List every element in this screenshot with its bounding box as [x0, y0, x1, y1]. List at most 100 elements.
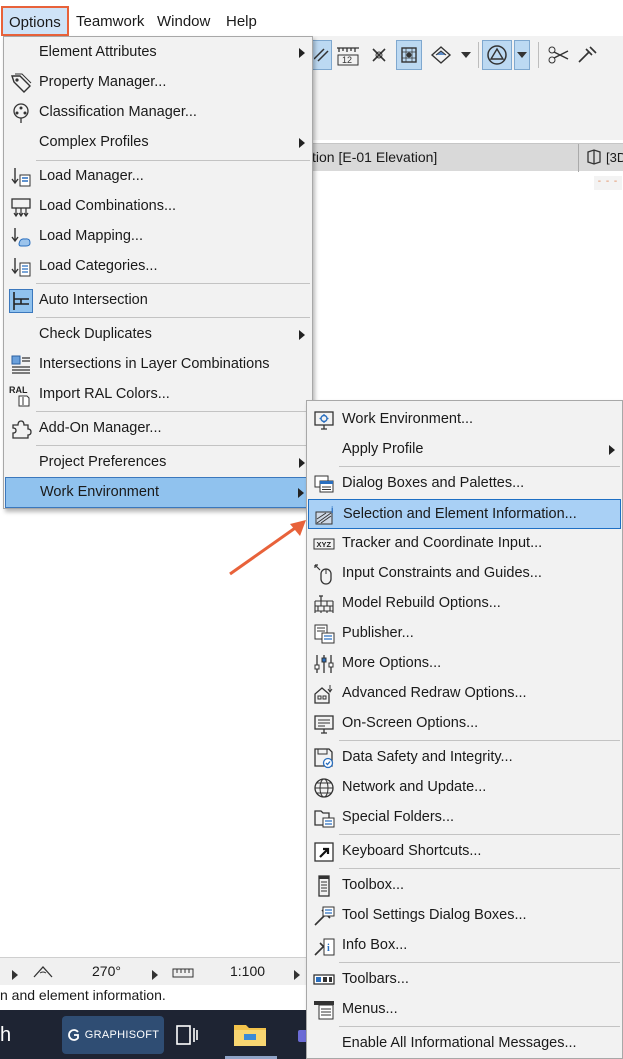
xyz-tracker-icon: XYZ	[312, 532, 336, 556]
scissors-icon[interactable]	[546, 40, 572, 70]
menu-item-label: Apply Profile	[342, 441, 424, 457]
task-view-icon[interactable]	[174, 1022, 200, 1052]
sliders-icon	[312, 652, 336, 676]
menu-item-label: Toolbox...	[342, 877, 405, 893]
mouse-constraint-icon	[312, 562, 336, 586]
info-box-icon: i	[312, 934, 336, 958]
dropdown-arrow-icon[interactable]	[458, 40, 474, 70]
diagonal-grid-icon[interactable]	[312, 40, 332, 70]
dashed-marker: - - -	[594, 176, 622, 190]
graphisoft-app[interactable]: GRAPHISOFT	[62, 1016, 164, 1054]
menu-item-network-update[interactable]: Network and Update...	[308, 773, 621, 803]
menu-item-label: Menus...	[342, 1001, 398, 1017]
menu-item-import-ral-colors[interactable]: RAL Import RAL Colors...	[5, 380, 311, 410]
tool-settings-icon	[312, 904, 336, 928]
load-categories-icon	[9, 255, 33, 279]
tag-icon	[9, 71, 33, 95]
menu-item-tool-settings-dialog-boxes[interactable]: Tool Settings Dialog Boxes...	[308, 901, 621, 931]
menu-item-classification-manager[interactable]: Classification Manager...	[5, 98, 311, 128]
menu-item-check-duplicates[interactable]: Check Duplicates	[5, 320, 311, 350]
menu-item-auto-intersection[interactable]: Auto Intersection	[5, 286, 311, 316]
search-fragment[interactable]: h	[0, 1024, 11, 1047]
menu-item-advanced-redraw-options[interactable]: Advanced Redraw Options...	[308, 679, 621, 709]
menu-item-menus[interactable]: Menus...	[308, 995, 621, 1025]
tab-3d[interactable]: [3D	[585, 148, 623, 166]
triangle-circle-icon[interactable]	[482, 40, 512, 70]
menu-item-toolbox[interactable]: Toolbox...	[308, 871, 621, 901]
menu-item-label: Enable All Informational Messages...	[342, 1035, 577, 1051]
svg-text:12: 12	[342, 55, 352, 65]
toolbox-icon	[312, 874, 336, 898]
menu-item-label: Property Manager...	[39, 74, 167, 90]
menu-help[interactable]: Help	[226, 11, 257, 33]
tab-3d-label: [3D	[606, 149, 623, 165]
monitor-gear-icon	[312, 408, 336, 432]
menu-item-load-combinations[interactable]: Load Combinations...	[5, 192, 311, 222]
menu-item-selection-element-information[interactable]: i Selection and Element Information...	[308, 499, 621, 529]
menu-item-property-manager[interactable]: Property Manager...	[5, 68, 311, 98]
menu-item-work-environment-dialog[interactable]: Work Environment...	[308, 405, 621, 435]
menu-item-enable-informational-messages[interactable]: Enable All Informational Messages...	[308, 1029, 621, 1059]
menu-item-complex-profiles[interactable]: Complex Profiles	[5, 128, 311, 158]
menu-item-load-manager[interactable]: Load Manager...	[5, 162, 311, 192]
menu-item-load-mapping[interactable]: Load Mapping...	[5, 222, 311, 252]
menu-teamwork[interactable]: Teamwork	[76, 11, 144, 33]
menu-item-add-on-manager[interactable]: Add-On Manager...	[5, 414, 311, 444]
menu-item-label: Load Mapping...	[39, 228, 143, 244]
menu-item-label: Data Safety and Integrity...	[342, 749, 513, 765]
menu-item-label: Toolbars...	[342, 971, 409, 987]
scale-value[interactable]: 1:100	[230, 963, 265, 979]
folder-icon	[312, 806, 336, 830]
tab-elevation[interactable]: tion [E-01 Elevation]	[312, 149, 437, 165]
menu-item-label: Project Preferences	[39, 454, 167, 470]
menu-item-label: Intersections in Layer Combinations	[39, 356, 270, 372]
hammer-icon[interactable]	[574, 40, 600, 70]
menu-item-tracker-coordinate-input[interactable]: XYZ Tracker and Coordinate Input...	[308, 529, 621, 559]
menu-item-input-constraints-guides[interactable]: Input Constraints and Guides...	[308, 559, 621, 589]
chevron-right-icon[interactable]	[294, 967, 300, 983]
chevron-right-icon[interactable]	[152, 967, 158, 983]
menu-item-element-attributes[interactable]: Element Attributes	[5, 38, 311, 68]
menu-item-label: Selection and Element Information...	[343, 506, 577, 522]
menu-item-apply-profile[interactable]: Apply Profile	[308, 435, 621, 465]
chevron-right-icon[interactable]	[12, 967, 18, 983]
graphisoft-label: GRAPHISOFT	[84, 1029, 160, 1041]
menu-item-label: Element Attributes	[39, 44, 157, 60]
menu-options[interactable]: Options	[1, 6, 69, 36]
menu-item-keyboard-shortcuts[interactable]: Keyboard Shortcuts...	[308, 837, 621, 867]
menu-item-dialog-boxes-palettes[interactable]: Dialog Boxes and Palettes...	[308, 469, 621, 499]
options-menu: Element Attributes Property Manager... C…	[3, 36, 313, 509]
menu-item-intersections-layer-combinations[interactable]: Intersections in Layer Combinations	[5, 350, 311, 380]
submenu-arrow-icon	[299, 48, 305, 58]
menu-item-label: Check Duplicates	[39, 326, 152, 342]
menu-item-toolbars[interactable]: Toolbars...	[308, 965, 621, 995]
screen-options-icon	[312, 712, 336, 736]
menu-item-model-rebuild-options[interactable]: Model Rebuild Options...	[308, 589, 621, 619]
menu-item-load-categories[interactable]: Load Categories...	[5, 252, 311, 282]
menu-window[interactable]: Window	[157, 11, 210, 33]
menu-item-info-box[interactable]: i Info Box...	[308, 931, 621, 961]
work-environment-submenu: Work Environment... Apply Profile Dialog…	[306, 400, 623, 1059]
auto-intersection-icon	[9, 289, 33, 313]
svg-text:i: i	[327, 943, 330, 954]
submenu-arrow-icon	[299, 458, 305, 468]
menu-item-label: Complex Profiles	[39, 134, 149, 150]
dropdown-arrow-icon[interactable]	[514, 40, 530, 70]
menu-item-label: Import RAL Colors...	[39, 386, 170, 402]
svg-text:RAL: RAL	[9, 385, 28, 395]
menu-item-label: Publisher...	[342, 625, 414, 641]
menu-item-publisher[interactable]: Publisher...	[308, 619, 621, 649]
ruler-icon[interactable]: 12	[334, 40, 362, 70]
menu-item-on-screen-options[interactable]: On-Screen Options...	[308, 709, 621, 739]
snap-grid-icon[interactable]	[396, 40, 422, 70]
menu-item-special-folders[interactable]: Special Folders...	[308, 803, 621, 833]
angle-value[interactable]: 270°	[92, 963, 121, 979]
menu-item-more-options[interactable]: More Options...	[308, 649, 621, 679]
load-mapping-icon	[9, 225, 33, 249]
file-explorer-icon[interactable]	[232, 1020, 268, 1048]
layer-diamond-icon[interactable]	[428, 40, 454, 70]
menu-item-data-safety-integrity[interactable]: Data Safety and Integrity...	[308, 743, 621, 773]
menu-item-project-preferences[interactable]: Project Preferences	[5, 448, 311, 478]
menu-item-work-environment[interactable]: Work Environment	[5, 477, 311, 508]
intersection-snap-icon[interactable]	[366, 40, 392, 70]
